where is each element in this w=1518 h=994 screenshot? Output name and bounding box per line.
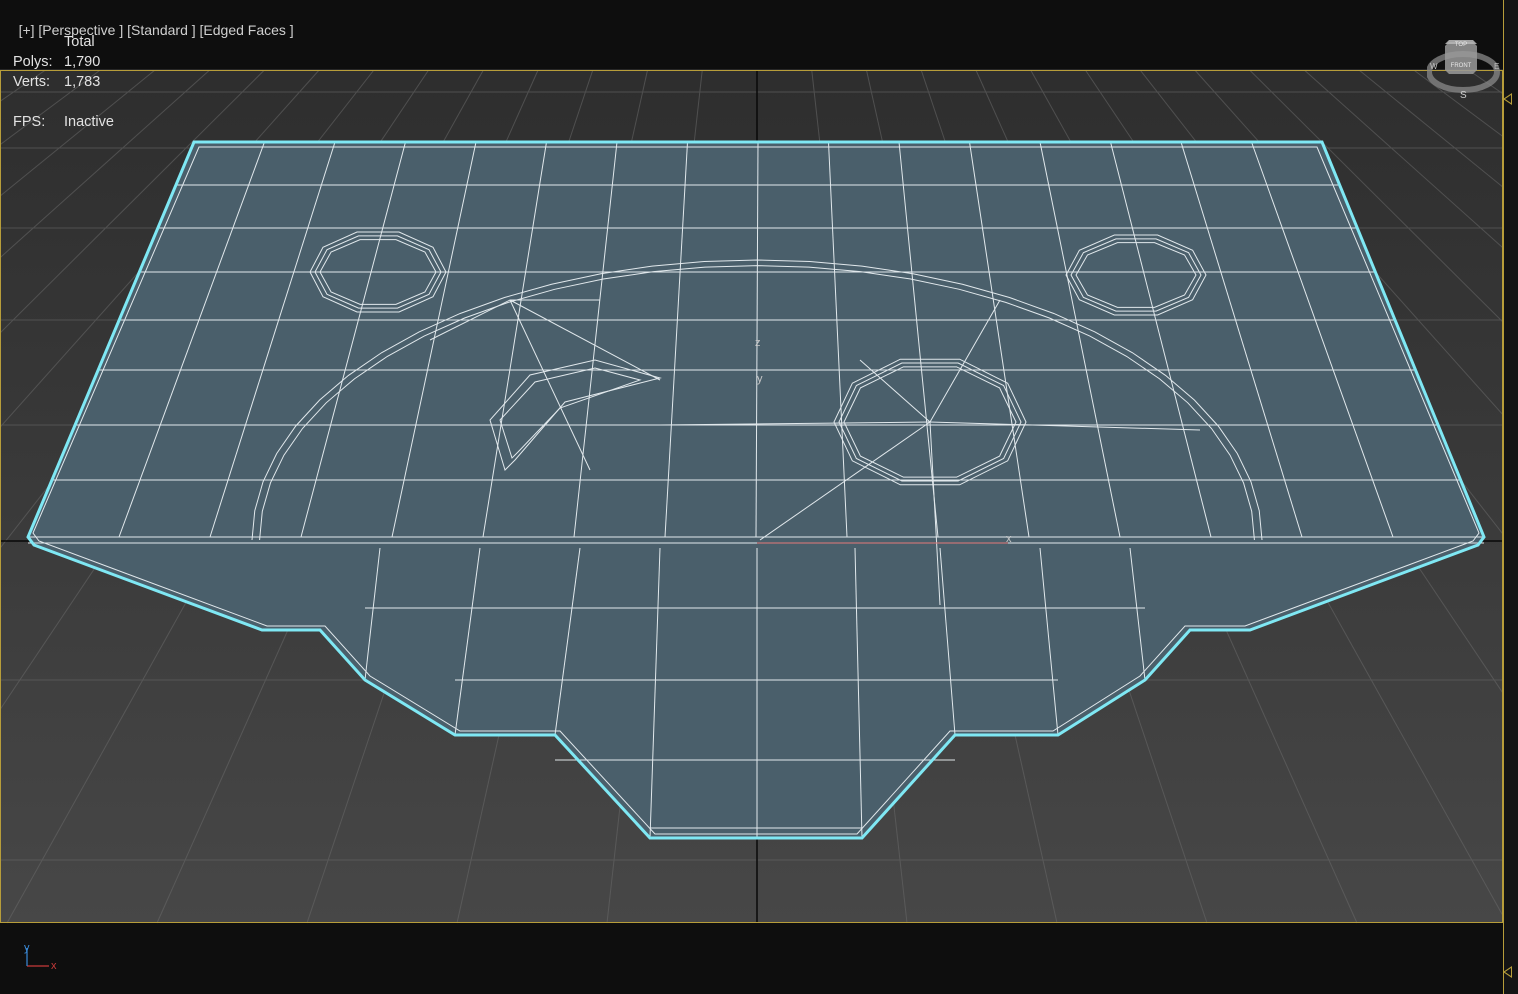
fps-label: FPS:: [13, 114, 46, 130]
viewport-display-menu[interactable]: [Edged Faces ]: [200, 22, 294, 38]
viewcube-front-label: FRONT: [1451, 63, 1472, 69]
viewcube-west-label: W: [1430, 62, 1438, 71]
verts-label: Verts:: [13, 74, 51, 90]
viewport-shading-menu[interactable]: [Standard ]: [127, 22, 196, 38]
viewcube-south-label: S: [1460, 90, 1467, 100]
gizmo-y-label: y: [757, 373, 763, 385]
viewcube[interactable]: TOP FRONT W E S: [1427, 34, 1501, 100]
triad-x-label: x: [51, 960, 57, 972]
triad-y-label: y: [24, 942, 30, 954]
viewcube-east-label: E: [1494, 62, 1499, 71]
viewport-splitter-arrow-top-icon[interactable]: [1503, 93, 1512, 105]
viewport-label-menu: [+] [Perspective ] [Standard ] [Edged Fa…: [3, 6, 294, 54]
polys-value: 1,790: [64, 54, 101, 70]
perspective-viewport[interactable]: x z y x y [+] [Perspective ] [Standard ]…: [0, 0, 1518, 994]
viewport-side-strip: [1503, 0, 1518, 994]
verts-value: 1,783: [64, 74, 101, 90]
polys-label: Polys:: [13, 54, 53, 70]
viewport-scene[interactable]: x z y x y: [0, 0, 1518, 994]
viewport-general-menu[interactable]: [+]: [19, 22, 35, 38]
viewport-splitter-arrow-bottom-icon[interactable]: [1503, 966, 1512, 978]
stats-total-header: Total: [64, 34, 95, 50]
viewcube-top-label: TOP: [1455, 42, 1467, 48]
fps-value: Inactive: [64, 114, 114, 130]
gizmo-z-label: z: [755, 337, 761, 349]
gizmo-x-label: x: [1006, 533, 1012, 545]
